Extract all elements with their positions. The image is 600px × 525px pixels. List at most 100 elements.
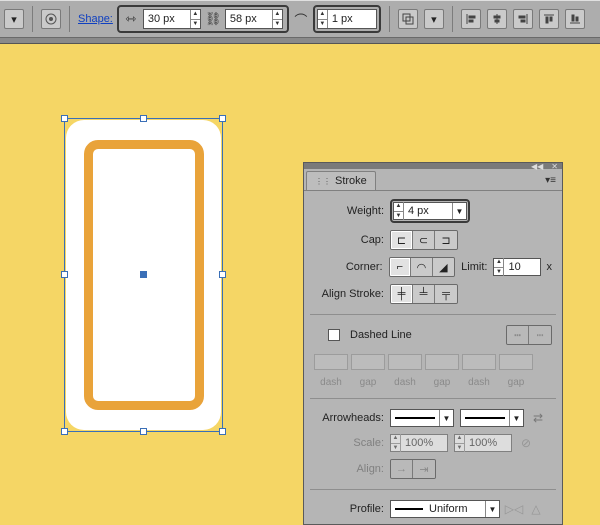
row-align-stroke: Align Stroke: ╪ ╧ ╤	[314, 284, 552, 304]
row-cap: Cap: ⊏ ⊂ ⊐	[314, 230, 552, 250]
tab-grip-icon: ⋮⋮	[315, 177, 331, 186]
dash-field	[499, 354, 533, 370]
tab-stroke[interactable]: ⋮⋮ Stroke	[306, 171, 376, 190]
options-toolbar: ▾ Shape: ⇿ ▲▼ ⛓ ▲▼ ⌒ ▲▼ ▾	[0, 0, 600, 38]
dash-col-label: dash	[462, 377, 496, 388]
separator	[310, 314, 556, 315]
collapse-icon[interactable]: ◀◀	[531, 162, 543, 171]
profile-label: Profile:	[314, 503, 384, 515]
dashed-checkbox[interactable]	[328, 329, 340, 341]
dash-field	[425, 354, 459, 370]
handle-nw[interactable]	[61, 115, 68, 122]
chevron-down-icon[interactable]: ▼	[485, 501, 499, 517]
dash-align-group: ┅ ┉	[506, 325, 552, 345]
row-scale: Scale: ▲▼100% ▲▼100% ⊘	[314, 434, 552, 452]
corner-bevel-icon[interactable]: ◢	[433, 258, 455, 276]
tab-label: Stroke	[335, 175, 367, 187]
arrow-align-group: → ⇥	[390, 459, 436, 479]
cap-butt-icon[interactable]: ⊏	[391, 231, 413, 249]
row-arrow-align: Align: → ⇥	[314, 459, 552, 479]
width-icon: ⇿	[123, 11, 139, 27]
profile-select[interactable]: Uniform ▼	[390, 500, 500, 518]
align-outside-icon[interactable]: ╤	[435, 285, 457, 303]
handle-center[interactable]	[140, 271, 147, 278]
dropdown-caret-icon[interactable]: ▾	[4, 9, 24, 29]
arrow-align-label: Align:	[314, 463, 384, 475]
handle-ne[interactable]	[219, 115, 226, 122]
dash-field	[314, 354, 348, 370]
align-inside-icon[interactable]: ╧	[413, 285, 435, 303]
align-center-icon[interactable]: ╪	[391, 285, 413, 303]
weight-field-frame: ▲▼ 4 px ▼	[390, 199, 470, 223]
row-dashed: Dashed Line ┅ ┉	[314, 325, 552, 345]
dash-col-label: gap	[499, 377, 533, 388]
weight-value: 4 px	[404, 205, 452, 217]
dash-field	[462, 354, 496, 370]
selection-bounding-box[interactable]	[64, 118, 223, 432]
cap-projecting-icon[interactable]: ⊐	[435, 231, 457, 249]
dash-align-icon: ┉	[529, 326, 551, 344]
chevron-down-icon[interactable]: ▼	[452, 203, 466, 219]
dash-col-label: dash	[388, 377, 422, 388]
cap-group: ⊏ ⊂ ⊐	[390, 230, 458, 250]
pathfinder-icon[interactable]	[398, 9, 418, 29]
align-right-icon[interactable]	[513, 9, 533, 29]
corner-radius-input[interactable]: ▲▼	[317, 9, 377, 29]
corner-block: ▲▼	[313, 5, 381, 33]
limit-label: Limit:	[461, 261, 487, 273]
weight-input[interactable]: ▲▼ 4 px ▼	[393, 202, 467, 220]
separator	[310, 489, 556, 490]
align-stroke-label: Align Stroke:	[314, 288, 384, 300]
shape-height-input[interactable]: ▲▼	[225, 9, 283, 29]
width-height-block: ⇿ ▲▼ ⛓ ▲▼	[117, 5, 289, 33]
limit-input[interactable]: ▲▼ 10	[493, 258, 540, 276]
pathfinder-more-icon[interactable]: ▾	[424, 9, 444, 29]
shape-link[interactable]: Shape:	[78, 13, 113, 25]
shape-width-input[interactable]: ▲▼	[143, 9, 201, 29]
flip-along-icon: △	[528, 501, 544, 517]
align-stroke-group: ╪ ╧ ╤	[390, 284, 458, 304]
handle-se[interactable]	[219, 428, 226, 435]
divider	[452, 6, 453, 32]
recolor-icon[interactable]	[41, 9, 61, 29]
limit-value: 10	[504, 261, 539, 273]
panel-menu-icon[interactable]: ▾≡	[545, 175, 562, 190]
cap-label: Cap:	[314, 234, 384, 246]
corner-miter-icon[interactable]: ⌐	[390, 258, 412, 276]
shape-size-group: Shape: ⇿ ▲▼ ⛓ ▲▼ ⌒ ▲▼	[78, 5, 381, 33]
align-top-icon[interactable]	[539, 9, 559, 29]
arrow-start[interactable]: ▼	[390, 409, 454, 427]
scale-link-icon: ⊘	[518, 435, 534, 451]
cap-round-icon[interactable]: ⊂	[413, 231, 435, 249]
dash-fields	[314, 354, 552, 370]
handle-n[interactable]	[140, 115, 147, 122]
artboard[interactable]: ◀◀ ✕ ⋮⋮ Stroke ▾≡ Weight: ▲▼ 4 px ▼	[0, 44, 600, 514]
align-vcenter-icon[interactable]	[565, 9, 585, 29]
scale-start: ▲▼100%	[390, 434, 448, 452]
handle-w[interactable]	[61, 271, 68, 278]
dashed-label: Dashed Line	[350, 329, 412, 341]
divider	[69, 6, 70, 32]
dash-field	[388, 354, 422, 370]
limit-suffix: x	[547, 261, 553, 273]
dash-col-label: dash	[314, 377, 348, 388]
dash-field	[351, 354, 385, 370]
close-icon[interactable]: ✕	[551, 162, 558, 171]
corner-radius-icon: ⌒	[293, 10, 309, 29]
link-icon[interactable]: ⛓	[205, 11, 221, 27]
swap-arrows-icon[interactable]: ⇄	[530, 410, 546, 426]
handle-e[interactable]	[219, 271, 226, 278]
handle-sw[interactable]	[61, 428, 68, 435]
corner-group: ⌐ ◠ ◢	[389, 257, 456, 277]
dash-preserve-icon: ┅	[507, 326, 529, 344]
stroke-panel: ◀◀ ✕ ⋮⋮ Stroke ▾≡ Weight: ▲▼ 4 px ▼	[303, 162, 563, 525]
handle-s[interactable]	[140, 428, 147, 435]
separator	[310, 398, 556, 399]
arrow-end[interactable]: ▼	[460, 409, 524, 427]
align-left-icon[interactable]	[461, 9, 481, 29]
align-hcenter-icon[interactable]	[487, 9, 507, 29]
row-corner: Corner: ⌐ ◠ ◢ Limit: ▲▼ 10 x	[314, 257, 552, 277]
dash-labels: dash gap dash gap dash gap	[314, 377, 552, 388]
profile-value: Uniform	[429, 503, 468, 515]
corner-round-icon[interactable]: ◠	[411, 258, 433, 276]
